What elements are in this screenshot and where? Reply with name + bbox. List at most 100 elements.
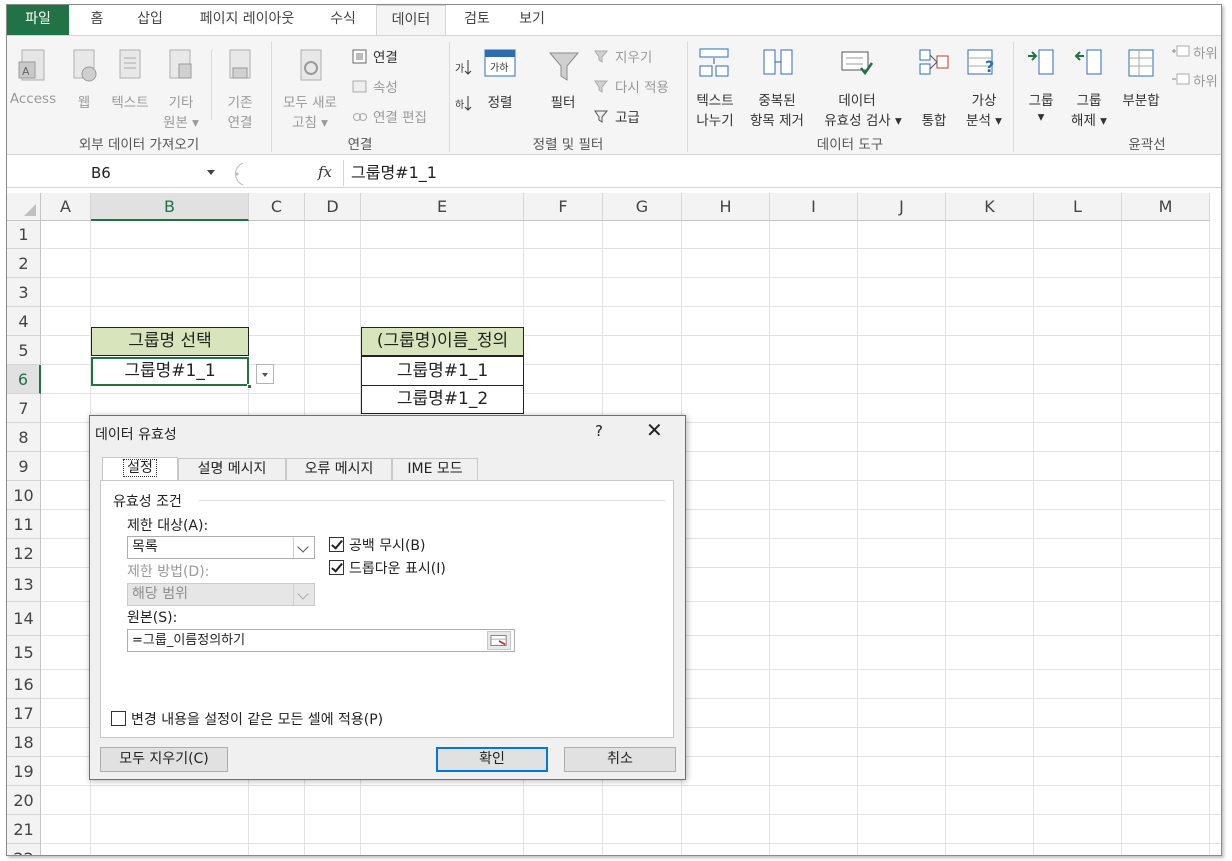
row-header-2[interactable]: 2 — [7, 249, 41, 278]
what-if-dropdown[interactable]: 분석 ▾ — [955, 109, 1013, 129]
data-validation-label[interactable]: 데이터 — [827, 89, 887, 109]
text-button[interactable]: 텍스트 — [105, 91, 155, 111]
data-validation-dropdown[interactable]: 유효성 검사 ▾ — [815, 109, 911, 129]
fill-handle[interactable] — [247, 384, 252, 389]
column-header-h[interactable]: H — [682, 193, 770, 221]
sort-button[interactable]: 정렬 — [483, 91, 517, 111]
select-all-corner[interactable] — [7, 193, 41, 221]
row-header-14[interactable]: 14 — [7, 602, 41, 636]
ungroup-dropdown[interactable]: 해제 ▾ — [1061, 109, 1117, 129]
connections-button[interactable]: 연결 — [373, 46, 398, 66]
row-header-16[interactable]: 16 — [7, 670, 41, 699]
tab-error-alert[interactable]: 오류 메시지 — [286, 458, 392, 480]
column-header-d[interactable]: D — [305, 193, 361, 221]
consolidate-button[interactable]: 통합 — [911, 109, 957, 129]
row-header-6[interactable]: 6 — [7, 365, 41, 394]
insert-function-button[interactable]: fx — [318, 163, 332, 181]
column-header-l[interactable]: L — [1034, 193, 1122, 221]
row-header-11[interactable]: 11 — [7, 510, 41, 539]
cell-e7[interactable]: 그룹명#1_2 — [361, 385, 524, 414]
text-to-columns-label-2[interactable]: 나누기 — [689, 109, 741, 129]
column-header-j[interactable]: J — [858, 193, 946, 221]
in-cell-dropdown-label[interactable]: 드롭다운 표시(I) — [349, 558, 446, 578]
cell-b6-selected[interactable]: 그룹명#1_1 — [91, 357, 249, 386]
name-box[interactable]: B6 — [7, 160, 221, 186]
cancel-button[interactable]: 취소 — [564, 747, 676, 772]
edit-links-button[interactable]: 연결 편집 — [373, 106, 427, 126]
ungroup-label[interactable]: 그룹 — [1067, 89, 1111, 109]
existing-connections-label-2[interactable]: 연결 — [217, 111, 263, 131]
properties-button[interactable]: 속성 — [373, 76, 398, 96]
column-header-b[interactable]: B — [91, 193, 249, 221]
column-header-g[interactable]: G — [603, 193, 682, 221]
column-header-k[interactable]: K — [946, 193, 1034, 221]
remove-duplicates-label[interactable]: 중복된 — [743, 89, 811, 109]
clear-filter-button[interactable]: 지우기 — [615, 46, 652, 66]
allow-select[interactable]: 목록 — [127, 536, 315, 559]
in-cell-dropdown-checkbox[interactable] — [329, 560, 344, 575]
column-header-m[interactable]: M — [1122, 193, 1210, 221]
refresh-all-label[interactable]: 모두 새로 — [275, 91, 345, 111]
web-button[interactable]: 웹 — [69, 91, 99, 111]
existing-connections-label[interactable]: 기존 — [217, 91, 263, 111]
formula-bar-splitter[interactable] — [221, 161, 245, 187]
tab-settings[interactable]: 설정 — [102, 457, 178, 481]
row-header-9[interactable]: 9 — [7, 452, 41, 481]
help-button[interactable]: ? — [595, 422, 603, 440]
row-header-15[interactable]: 15 — [7, 636, 41, 670]
text-to-columns-label[interactable]: 텍스트 — [689, 89, 741, 109]
clear-all-button[interactable]: 모두 지우기(C) — [100, 747, 228, 772]
range-select-icon[interactable] — [487, 631, 511, 650]
ignore-blank-checkbox[interactable] — [329, 537, 344, 552]
column-header-i[interactable]: I — [770, 193, 858, 221]
row-header-3[interactable]: 3 — [7, 278, 41, 307]
tab-data[interactable]: 데이터 — [376, 5, 446, 36]
row-header-20[interactable]: 20 — [7, 786, 41, 815]
apply-all-label[interactable]: 변경 내용을 설정이 같은 모든 셀에 적용(P) — [131, 709, 383, 729]
column-header-e[interactable]: E — [361, 193, 524, 221]
row-header-4[interactable]: 4 — [7, 307, 41, 336]
row-header-8[interactable]: 8 — [7, 423, 41, 452]
filter-button[interactable]: 필터 — [543, 91, 583, 111]
tab-file[interactable]: 파일 — [7, 5, 69, 35]
row-header-21[interactable]: 21 — [7, 815, 41, 844]
refresh-all-dropdown[interactable]: 고침 ▾ — [275, 111, 345, 131]
show-detail-button[interactable]: 하위 — [1193, 42, 1218, 62]
cell-b5[interactable]: 그룹명 선택 — [91, 327, 249, 356]
row-header-18[interactable]: 18 — [7, 728, 41, 757]
remove-duplicates-label-2[interactable]: 항목 제거 — [737, 109, 817, 129]
tab-home[interactable]: 홈 — [82, 5, 112, 35]
row-header-13[interactable]: 13 — [7, 568, 41, 602]
other-sources-dropdown[interactable]: 원본 ▾ — [157, 111, 205, 131]
row-header-5[interactable]: 5 — [7, 336, 41, 365]
column-header-f[interactable]: F — [524, 193, 603, 221]
cell-e5[interactable]: (그룹명)이름_정의 — [361, 327, 524, 356]
other-sources-label[interactable]: 기타 — [157, 91, 205, 111]
subtotal-button[interactable]: 부분합 — [1115, 89, 1167, 109]
tab-insert[interactable]: 삽입 — [128, 5, 172, 35]
group-dropdown[interactable]: ▾ — [1019, 109, 1063, 125]
name-box-dropdown-icon[interactable] — [207, 170, 215, 175]
apply-all-checkbox[interactable] — [111, 711, 126, 726]
ignore-blank-label[interactable]: 공백 무시(B) — [349, 535, 426, 555]
tab-ime-mode[interactable]: IME 모드 — [392, 458, 478, 480]
group-button[interactable]: 그룹 — [1019, 89, 1063, 109]
reapply-button[interactable]: 다시 적용 — [615, 76, 669, 96]
tab-formulas[interactable]: 수식 — [321, 5, 365, 35]
row-header-7[interactable]: 7 — [7, 394, 41, 423]
row-header-12[interactable]: 12 — [7, 539, 41, 568]
cell-dropdown-button[interactable] — [256, 364, 274, 384]
advanced-filter-button[interactable]: 고급 — [615, 106, 640, 126]
row-header-22[interactable]: 22 — [7, 844, 41, 855]
formula-input[interactable]: 그룹명#1_1 — [351, 160, 437, 186]
column-header-c[interactable]: C — [249, 193, 305, 221]
ok-button[interactable]: 확인 — [436, 747, 548, 772]
tab-page-layout[interactable]: 페이지 레이아웃 — [188, 5, 306, 35]
source-input[interactable]: =그룹_이름정의하기 — [127, 629, 515, 652]
tab-review[interactable]: 검토 — [457, 5, 497, 35]
row-header-17[interactable]: 17 — [7, 699, 41, 728]
what-if-label[interactable]: 가상 — [959, 89, 1009, 109]
hide-detail-button[interactable]: 하위 — [1193, 70, 1218, 90]
access-button[interactable]: Access — [9, 91, 57, 107]
row-header-10[interactable]: 10 — [7, 481, 41, 510]
